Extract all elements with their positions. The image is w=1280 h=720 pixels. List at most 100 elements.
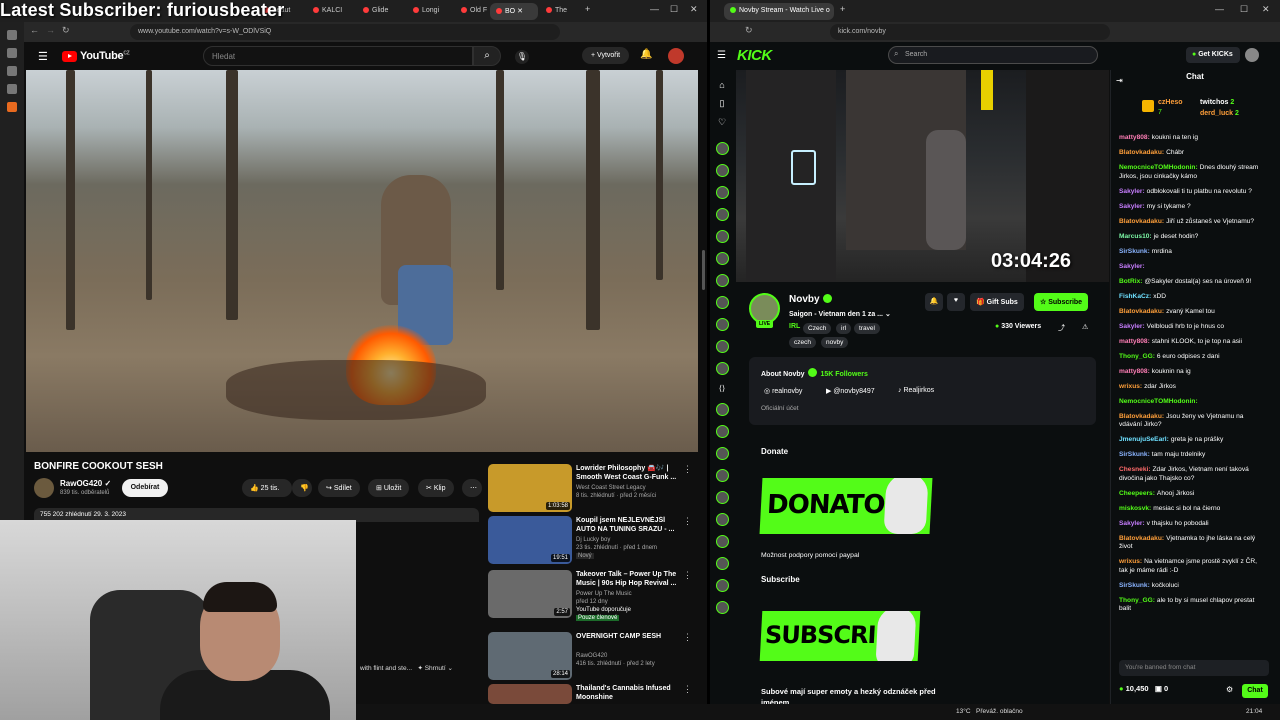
more-actions-icon[interactable]: ⋯ (462, 479, 482, 497)
browse-icon[interactable]: ▯ (710, 98, 734, 109)
close-icon[interactable]: ✕ (690, 4, 698, 15)
maximize-icon[interactable]: ☐ (670, 4, 678, 15)
channel-avatar[interactable] (715, 252, 729, 265)
chat-username[interactable]: Sakyler: (1119, 520, 1145, 527)
chat-username[interactable]: Thony_GG: (1119, 597, 1155, 604)
channel-avatar[interactable] (715, 142, 729, 155)
more-options-icon[interactable]: ⋮ (683, 632, 692, 643)
sidebar-icon[interactable] (7, 30, 17, 40)
channel-avatar[interactable] (715, 535, 729, 548)
tag[interactable]: czech (789, 337, 816, 348)
subscribe-banner[interactable]: SUBSCRIBE (759, 611, 921, 661)
video-player[interactable] (26, 70, 698, 452)
minimize-icon[interactable]: — (1215, 4, 1224, 14)
chat-username[interactable]: SirSkunk: (1119, 451, 1150, 458)
channel-avatar[interactable] (715, 447, 729, 460)
youtube-link[interactable]: ▶ @novby8497 (826, 387, 875, 395)
more-options-icon[interactable]: ⋮ (683, 516, 692, 527)
like-button[interactable]: 👍 25 tis. (242, 479, 292, 497)
chat-username[interactable]: wrixus: (1119, 558, 1142, 565)
chat-username[interactable]: Blatovkadaku: (1119, 149, 1164, 156)
channel-avatar[interactable] (715, 186, 729, 199)
chat-username[interactable]: BotRix: (1119, 278, 1142, 285)
chat-username[interactable]: Cheepeers: (1119, 490, 1155, 497)
channel-avatar[interactable] (715, 208, 729, 221)
sidebar-icon[interactable] (7, 84, 17, 94)
video-thumbnail[interactable]: 1:03:58 (488, 464, 572, 512)
tab-active[interactable]: BO ✕ (490, 3, 538, 20)
donate-banner[interactable]: DONATOSS (759, 478, 933, 534)
list-item[interactable]: 19:51 Koupil jsem NEJLEVNĚJŠÍ AUTO NA TU… (488, 516, 698, 568)
video-thumbnail[interactable] (488, 684, 572, 704)
more-options-icon[interactable]: ⋮ (683, 684, 692, 695)
channel-avatar[interactable] (715, 579, 729, 592)
minimize-icon[interactable]: — (650, 4, 659, 14)
list-item[interactable]: 1:03:58 Lowrider Philosophy 🚘🎶 | Smooth … (488, 464, 698, 516)
chat-username[interactable]: matty808: (1119, 338, 1150, 345)
subscribe-button[interactable]: Odebírat (122, 479, 168, 497)
tab[interactable]: KALCI (307, 3, 357, 20)
scrollbar[interactable] (701, 70, 706, 710)
search-input[interactable]: Hledat (203, 46, 473, 66)
chat-username[interactable]: SirSkunk: (1119, 248, 1150, 255)
tab[interactable]: Glide (357, 3, 407, 20)
channel-avatar[interactable] (715, 230, 729, 243)
channel-avatar[interactable] (715, 296, 729, 309)
expand-icon[interactable]: ⟨⟩ (710, 384, 734, 393)
tab[interactable]: The (540, 3, 580, 20)
tab[interactable]: Old F (455, 3, 488, 20)
chat-username[interactable]: Blatovkadaku: (1119, 308, 1164, 315)
home-icon[interactable]: ⌂ (710, 80, 734, 90)
chapter-bar[interactable]: with flint and ste... ✦ Shrnutí ⌄ (356, 660, 481, 676)
new-tab-icon[interactable]: + (585, 4, 590, 14)
tag[interactable]: irl (836, 323, 852, 334)
menu-icon[interactable]: ☰ (38, 50, 48, 63)
save-button[interactable]: ⊞ Uložit (368, 479, 410, 497)
instagram-link[interactable]: ◎ realnovby (764, 387, 802, 395)
avatar[interactable] (1245, 48, 1259, 62)
chat-username[interactable]: Sakyler: (1119, 203, 1145, 210)
url-field[interactable]: kick.com/novby (830, 24, 1110, 40)
channel-avatar[interactable] (715, 425, 729, 438)
settings-icon[interactable]: ⚙ (1226, 685, 1233, 694)
share-icon[interactable]: ⤴ (1058, 323, 1065, 333)
subscribe-button[interactable]: ☆ Subscribe (1034, 293, 1089, 311)
chat-username[interactable]: Sakyler: (1119, 323, 1145, 330)
bell-icon[interactable]: 🔔 (925, 293, 943, 311)
video-thumbnail[interactable]: 19:51 (488, 516, 572, 564)
notifications-icon[interactable]: 🔔 (640, 49, 652, 60)
tab[interactable]: Longi (407, 3, 457, 20)
chat-username[interactable]: wrixus: (1119, 383, 1142, 390)
forward-icon[interactable]: → (46, 25, 55, 35)
sidebar-icon[interactable] (7, 48, 17, 58)
chat-username[interactable]: Blatovkadaku: (1119, 535, 1164, 542)
channel-avatar[interactable] (715, 491, 729, 504)
channel-avatar[interactable] (715, 557, 729, 570)
create-button[interactable]: + Vytvořit (582, 47, 630, 64)
category-link[interactable]: IRL (789, 323, 800, 330)
tab-active[interactable]: Novby Stream - Watch Live o (724, 3, 834, 20)
follow-heart-icon[interactable]: ♥ (947, 293, 965, 311)
sidebar-icon[interactable] (7, 102, 17, 112)
chat-username[interactable]: Sakyler: (1119, 263, 1145, 270)
chat-username[interactable]: NemocniceTOMHodonin: (1119, 398, 1198, 405)
channel-name[interactable]: RawOG420 ✓ (60, 479, 111, 488)
share-button[interactable]: ↪ Sdílet (318, 479, 360, 497)
chat-username[interactable]: Blatovkadaku: (1119, 218, 1164, 225)
gift-subs-button[interactable]: 🎁 Gift Subs (970, 293, 1024, 311)
list-item[interactable]: 2:57 Takeover Talk – Power Up The Music … (488, 570, 698, 622)
report-icon[interactable]: ⚠ (1082, 323, 1088, 331)
list-item[interactable]: 28:14 OVERNIGHT CAMP SESH RawOG420 416 ti… (488, 632, 698, 684)
kick-logo[interactable]: KICK (737, 47, 772, 64)
channel-avatar[interactable] (715, 340, 729, 353)
back-icon[interactable]: ← (30, 25, 39, 35)
search-input[interactable]: Search (888, 46, 1098, 64)
close-icon[interactable]: ✕ (1262, 4, 1270, 15)
chat-username[interactable]: matty808: (1119, 134, 1150, 141)
chat-username[interactable]: JmenujuSeEarl: (1119, 436, 1169, 443)
youtube-logo[interactable]: YouTubeCZ (62, 50, 130, 62)
video-thumbnail[interactable]: 2:57 (488, 570, 572, 618)
video-thumbnail[interactable]: 28:14 (488, 632, 572, 680)
chat-username[interactable]: Blatovkadaku: (1119, 413, 1164, 420)
microphone-icon[interactable]: 🎙 (515, 50, 529, 64)
